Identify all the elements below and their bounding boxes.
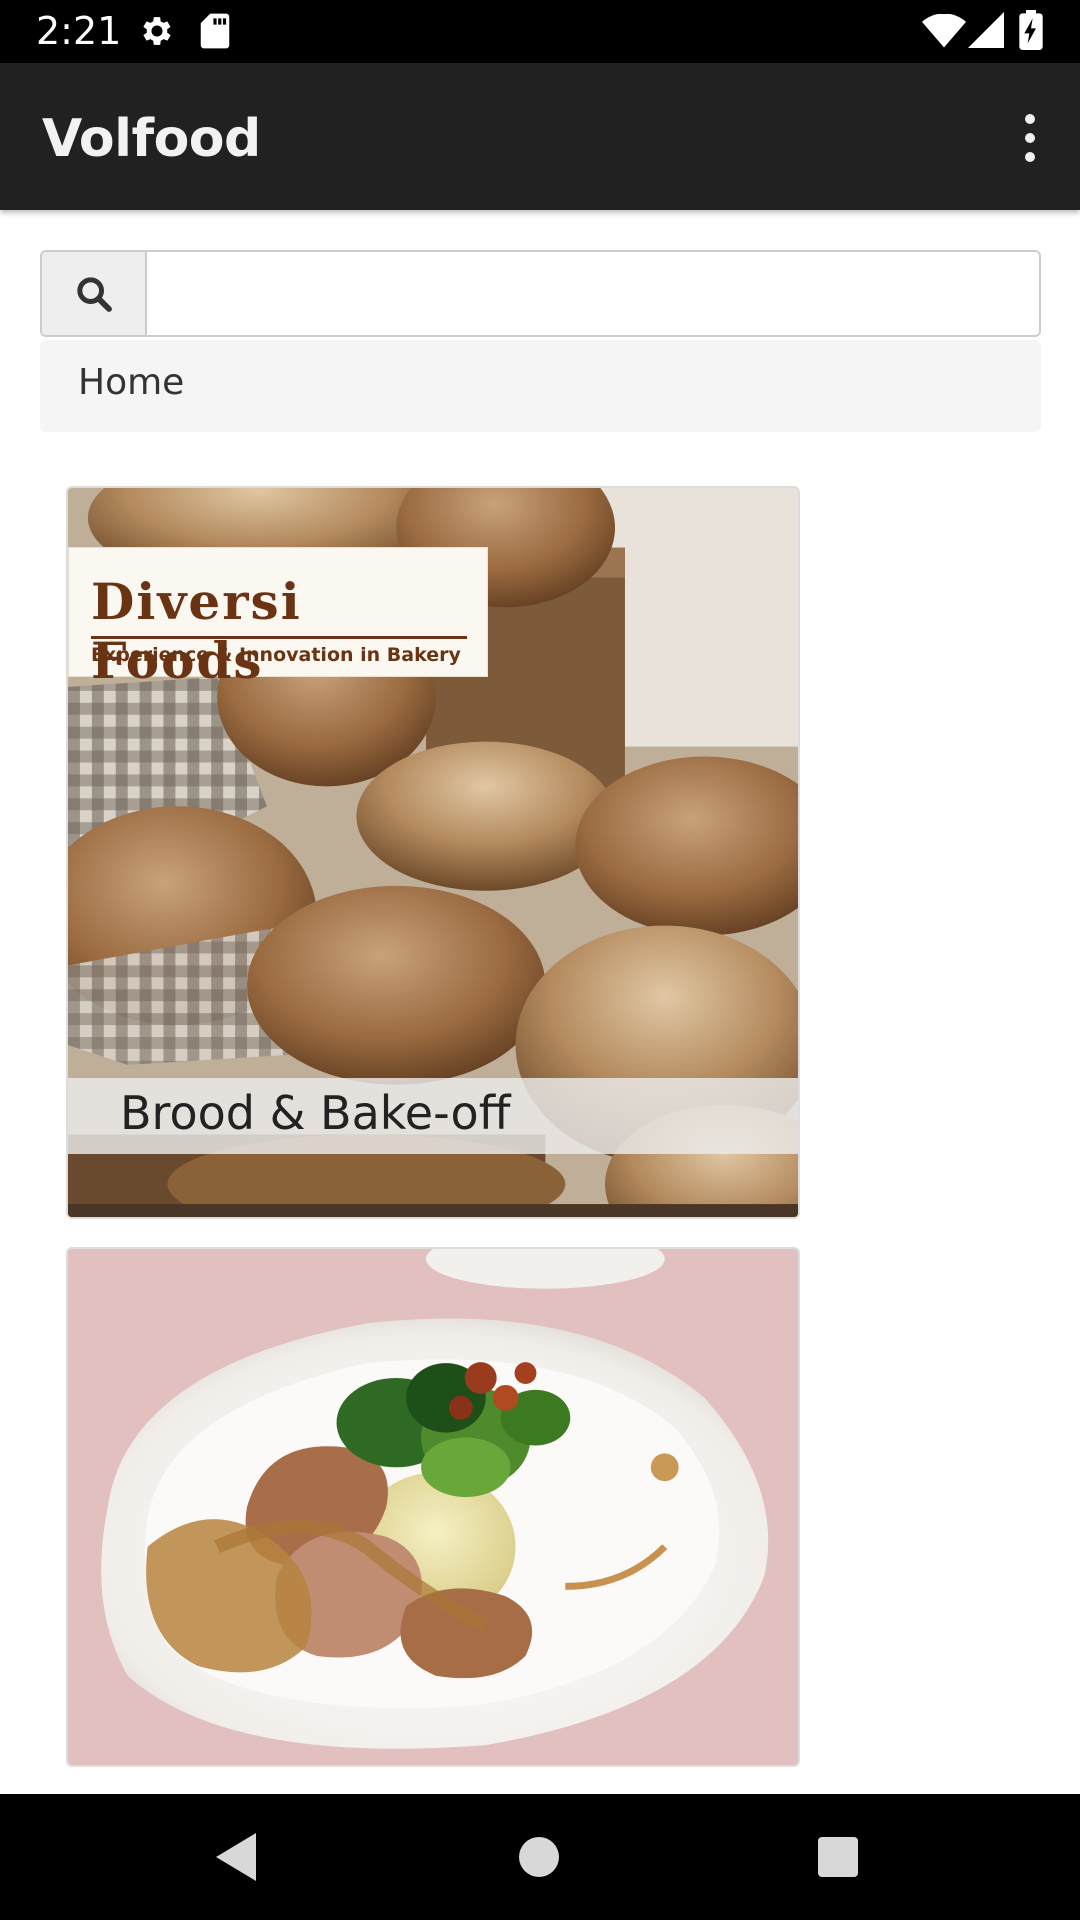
search-button[interactable] [42, 252, 147, 335]
search-bar [40, 250, 1041, 337]
breadcrumb: Home [40, 340, 1041, 432]
menu-dot [1025, 152, 1035, 162]
battery-charging-icon [1018, 10, 1044, 50]
app-bar: Volfood [0, 63, 1080, 210]
card-caption-band: Brood & Bake-off [68, 1078, 798, 1154]
brand-name: Diversi Foods [91, 572, 302, 690]
recents-icon[interactable] [805, 1824, 871, 1890]
search-icon [76, 276, 112, 312]
settings-icon [138, 12, 176, 50]
app-title: Volfood [42, 109, 261, 169]
category-card-brood[interactable]: Diversi Foods Experience & Innovation in… [66, 486, 800, 1219]
search-input[interactable] [147, 252, 1039, 335]
category-card-meal[interactable] [66, 1247, 800, 1767]
brand-divider [91, 636, 467, 639]
card-caption: Brood & Bake-off [120, 1086, 511, 1140]
menu-dot [1025, 114, 1035, 124]
wifi-icon [922, 14, 966, 48]
status-bar: 2:21 [0, 0, 1080, 63]
signal-icon [968, 12, 1004, 48]
more-vert-icon[interactable] [1000, 101, 1060, 175]
home-icon[interactable] [506, 1824, 572, 1890]
back-icon[interactable] [205, 1824, 271, 1890]
navigation-bar [0, 1794, 1080, 1920]
meal-photo [68, 1249, 798, 1765]
menu-dot [1025, 133, 1035, 143]
brand-logo: Diversi Foods Experience & Innovation in… [68, 547, 488, 690]
status-time: 2:21 [36, 9, 122, 53]
sd-card-icon [198, 12, 232, 50]
brand-tagline: Experience & Innovation in Bakery [91, 644, 461, 666]
breadcrumb-item-home[interactable]: Home [78, 362, 184, 403]
